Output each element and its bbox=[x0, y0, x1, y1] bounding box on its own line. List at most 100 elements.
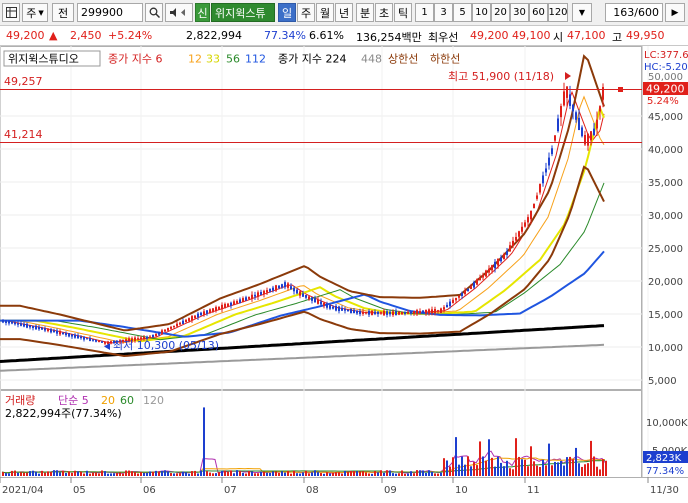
volume-bar bbox=[503, 466, 505, 476]
candle-body bbox=[14, 322, 16, 325]
prev-button[interactable]: 전 bbox=[52, 3, 74, 22]
scroll-arrow-icon[interactable]: ▶ bbox=[665, 3, 685, 22]
volume-bar bbox=[428, 470, 430, 476]
speaker-icon[interactable] bbox=[165, 3, 193, 22]
tab-tick[interactable]: 틱 bbox=[394, 3, 412, 22]
volume-bar bbox=[530, 446, 532, 476]
tab-second[interactable]: 초 bbox=[375, 3, 393, 22]
minute-30-button[interactable]: 30 bbox=[510, 3, 529, 22]
volume-ratio: 77.34% bbox=[264, 29, 306, 42]
volume-bar bbox=[353, 471, 355, 476]
candle-body bbox=[326, 303, 328, 308]
candle-body bbox=[323, 302, 325, 306]
tab-minute[interactable]: 분 bbox=[356, 3, 374, 22]
minute-3-button[interactable]: 3 bbox=[434, 3, 453, 22]
code-input[interactable]: 299900 bbox=[77, 3, 143, 22]
candle-body bbox=[203, 311, 205, 315]
minute-5-label: 5 bbox=[459, 7, 466, 18]
price-axis-label: 45,000 bbox=[648, 112, 683, 123]
minute-20-label: 20 bbox=[494, 7, 507, 18]
volume-bar bbox=[572, 459, 574, 476]
volume-bar bbox=[104, 471, 106, 476]
volume-pct-tag: 77.34% bbox=[646, 466, 684, 477]
volume-bar bbox=[548, 443, 550, 476]
candle-body bbox=[404, 312, 406, 315]
legend-lower-band: 하한선 bbox=[430, 52, 460, 66]
volume-bar bbox=[563, 465, 565, 476]
candle-body bbox=[23, 323, 25, 327]
volume-bar bbox=[536, 465, 538, 476]
volume-bar bbox=[605, 460, 607, 476]
volume-bar bbox=[191, 471, 193, 476]
volume-bar bbox=[140, 472, 142, 476]
market-select[interactable]: 주 ▼ bbox=[22, 3, 48, 22]
candle-body bbox=[209, 309, 211, 313]
stock-name-field[interactable]: 위지윅스튜 bbox=[211, 3, 275, 22]
minute-60-button[interactable]: 60 bbox=[529, 3, 548, 22]
volume-bar bbox=[578, 463, 580, 476]
volume-bar bbox=[248, 470, 250, 476]
candle-body bbox=[521, 226, 523, 232]
candle-body bbox=[320, 301, 322, 305]
candle-body bbox=[314, 298, 316, 303]
candle-body bbox=[431, 309, 433, 314]
volume-bar bbox=[131, 471, 133, 476]
candle-body bbox=[362, 311, 364, 314]
price-chart-svg[interactable]: 49,257 41,214 위지윅스튜디오 종가 지수 6 12 33 56 1… bbox=[0, 46, 688, 500]
chart-area[interactable]: 49,257 41,214 위지윅스튜디오 종가 지수 6 12 33 56 1… bbox=[0, 46, 688, 500]
volume-bar bbox=[518, 456, 520, 476]
date-axis-label: 06 bbox=[143, 485, 156, 496]
candle-body bbox=[356, 310, 358, 314]
volume-bar bbox=[386, 470, 388, 476]
candle-body bbox=[257, 292, 259, 297]
legend-ma-112: 112 bbox=[245, 53, 266, 66]
candle-body bbox=[305, 295, 307, 298]
minute-20-button[interactable]: 20 bbox=[491, 3, 510, 22]
minute-5-button[interactable]: 5 bbox=[453, 3, 472, 22]
volume-bar bbox=[5, 473, 7, 476]
volume-bar bbox=[368, 473, 370, 476]
candle-body bbox=[383, 310, 385, 316]
volume-bar bbox=[38, 473, 40, 476]
volume-bar bbox=[584, 464, 586, 476]
volume-bar bbox=[389, 470, 391, 476]
candle-body bbox=[479, 277, 481, 281]
tab-month[interactable]: 월 bbox=[316, 3, 334, 22]
tab-year-label: 년 bbox=[338, 6, 350, 20]
minute-10-button[interactable]: 10 bbox=[472, 3, 491, 22]
volume-bar bbox=[410, 471, 412, 476]
grid-icon[interactable] bbox=[2, 3, 20, 22]
candle-body bbox=[425, 309, 427, 314]
volume-bar bbox=[383, 472, 385, 476]
candle-body bbox=[377, 311, 379, 315]
candle-body bbox=[233, 301, 235, 305]
up-arrow-icon: ▲ bbox=[49, 29, 58, 42]
tab-year[interactable]: 년 bbox=[335, 3, 353, 22]
minute-120-button[interactable]: 120 bbox=[548, 3, 568, 22]
minute-1-button[interactable]: 1 bbox=[415, 3, 434, 22]
volume-bar bbox=[146, 472, 148, 476]
candle-body bbox=[239, 299, 241, 303]
new-button[interactable]: 신 bbox=[195, 3, 210, 22]
volume-bar bbox=[125, 470, 127, 476]
tab-week[interactable]: 주 bbox=[297, 3, 315, 22]
volume-bar bbox=[95, 472, 97, 476]
candle-body bbox=[470, 286, 472, 290]
volume-bar bbox=[401, 470, 403, 476]
change-percent: +5.24% bbox=[108, 29, 153, 42]
volume-bar bbox=[377, 472, 379, 476]
lc-label: LC:377.6 bbox=[644, 50, 688, 61]
search-icon[interactable] bbox=[145, 3, 163, 22]
candle-body bbox=[20, 323, 22, 326]
volume-bar bbox=[551, 465, 553, 476]
tab-day[interactable]: 일 bbox=[278, 3, 296, 22]
volume-ma120: 120 bbox=[143, 394, 164, 407]
count-input[interactable]: 163/600 bbox=[605, 3, 663, 22]
volume-bar bbox=[20, 472, 22, 476]
volume-bar bbox=[41, 470, 43, 476]
volume-bar bbox=[158, 471, 160, 476]
candle-body bbox=[50, 329, 52, 333]
volume-bar bbox=[491, 457, 493, 476]
settings-dropdown[interactable]: ▼ bbox=[572, 3, 592, 22]
volume-bar bbox=[284, 472, 286, 476]
